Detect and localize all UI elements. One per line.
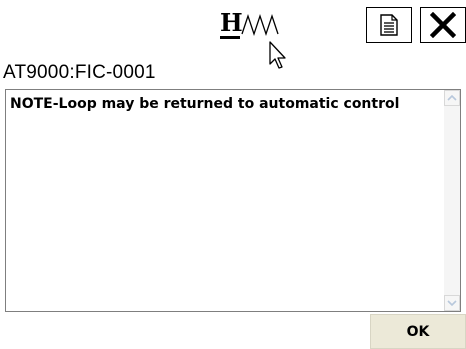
document-icon <box>380 14 398 36</box>
note-text: NOTE-Loop may be returned to automatic c… <box>10 96 400 112</box>
dialog-header: H AT9000:FIC-0001 <box>0 0 466 88</box>
tag-title: AT9000:FIC-0001 <box>3 62 156 83</box>
document-button[interactable] <box>366 7 412 43</box>
logo-underline <box>220 36 240 39</box>
note-textbox[interactable]: NOTE-Loop may be returned to automatic c… <box>5 89 461 312</box>
ok-button[interactable]: OK <box>370 314 466 349</box>
chevron-down-icon <box>447 300 457 307</box>
mouse-pointer-icon <box>269 41 286 69</box>
close-icon <box>430 12 456 38</box>
chevron-up-icon <box>447 94 457 101</box>
scroll-up-button[interactable] <box>444 90 460 106</box>
scroll-down-button[interactable] <box>444 295 460 311</box>
vertical-scrollbar[interactable] <box>444 90 460 311</box>
dialog-footer: OK <box>0 312 466 349</box>
logo-wave-icon <box>241 13 279 37</box>
hw-logo: H <box>218 8 282 42</box>
close-button[interactable] <box>420 7 466 43</box>
